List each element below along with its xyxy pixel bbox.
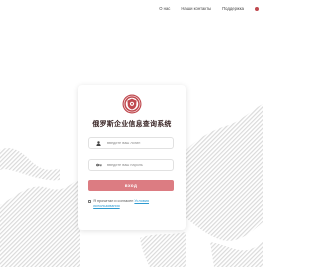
app-title: 俄罗斯企业信息查询系统 [92,119,172,128]
username-field[interactable] [88,137,174,149]
nav-link-support[interactable]: Поддержка [222,6,244,11]
nav-link-contacts[interactable]: Наши контакты [181,6,211,11]
password-field[interactable] [88,159,174,171]
terms-consent-label: Я прочитал и согласен Условия использова… [93,199,174,209]
login-button[interactable]: вход [88,180,174,191]
emblem-logo-icon [122,94,142,114]
nav-link-about[interactable]: О нас [159,6,170,11]
key-icon [94,161,103,170]
password-input[interactable] [107,163,173,167]
terms-checkbox[interactable] [88,199,92,204]
terms-consent: Я прочитал и согласен Условия использова… [88,199,174,209]
user-icon [94,139,103,148]
language-dot-icon[interactable] [255,6,259,11]
login-card: 俄罗斯企业信息查询系统 вход Я прочитал и согласен У… [78,85,186,230]
username-input[interactable] [107,141,173,145]
terms-consent-text: Я прочитал и согласен [93,199,134,203]
top-nav: О нас Наши контакты Поддержка [159,6,259,11]
